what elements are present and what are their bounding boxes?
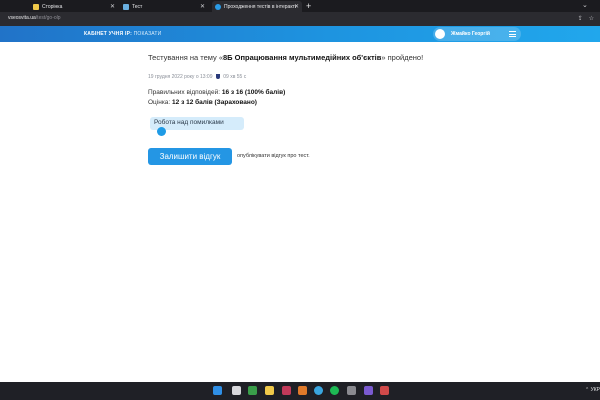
widgets-icon[interactable] xyxy=(248,386,257,395)
review-note: опублікувати відгук про тест. xyxy=(237,153,310,159)
hamburger-menu-icon[interactable] xyxy=(509,31,516,37)
ip-show-link[interactable]: ПОКАЗАТИ xyxy=(134,31,162,37)
page-icon xyxy=(215,3,221,10)
chevron-up-icon[interactable]: ⌃ xyxy=(585,387,589,393)
start-icon[interactable] xyxy=(213,386,222,395)
system-tray[interactable]: ⌃ УКР xyxy=(585,387,600,393)
username: Жмайко Георгій xyxy=(451,31,490,37)
settings-icon[interactable] xyxy=(347,386,356,395)
address-bar[interactable]: vseosvita.ua/test/go-olp ⇪ ☆ xyxy=(0,12,600,26)
app-icon[interactable] xyxy=(298,386,307,395)
share-icon[interactable]: ⇪ xyxy=(578,16,583,22)
new-tab-button[interactable]: + xyxy=(306,1,311,11)
app-icon[interactable] xyxy=(380,386,389,395)
tab-label: Сторінка xyxy=(42,3,63,10)
grade-line: Оцінка: 12 з 12 балів (Зараховано) xyxy=(148,99,257,106)
touch-cursor xyxy=(157,127,166,136)
avatar xyxy=(435,29,445,39)
leave-review-button[interactable]: Залишити відгук xyxy=(148,148,232,165)
completion-date: 19 грудня 2022 року о 13:09 xyxy=(148,74,213,80)
title-suffix: » пройдено! xyxy=(381,53,424,62)
correct-value: 16 з 16 (100% балів) xyxy=(221,89,286,96)
site-header: КАБІНЕТ УЧНЯ IP: ПОКАЗАТИ Жмайко Георгій xyxy=(0,26,600,42)
timer-icon xyxy=(215,74,220,79)
ip-display: IP: ПОКАЗАТИ xyxy=(125,31,161,37)
ip-label: IP: xyxy=(125,31,132,37)
spotify-icon[interactable] xyxy=(330,386,339,395)
browser-tab-strip: Сторінка ✕ Тест ✕ Проходження тестів в і… xyxy=(0,0,600,12)
grade-label: Оцінка: xyxy=(148,99,171,106)
tab-label: Проходження тестів в інтерактивному ... xyxy=(224,3,296,10)
star-icon[interactable]: ☆ xyxy=(589,16,594,22)
browser-tab[interactable]: Тест ✕ xyxy=(120,1,208,12)
browser-tab-active[interactable]: Проходження тестів в інтерактивному ... … xyxy=(212,1,302,12)
search-icon[interactable] xyxy=(232,386,241,395)
user-menu[interactable]: Жмайко Георгій xyxy=(433,27,521,41)
close-icon[interactable]: ✕ xyxy=(110,3,115,10)
page-icon xyxy=(33,3,39,10)
chevron-down-icon[interactable]: ⌄ xyxy=(582,1,588,9)
browser-icon[interactable] xyxy=(314,386,323,395)
url-path: /test/go-olp xyxy=(35,15,61,21)
browser-tab[interactable]: Сторінка ✕ xyxy=(30,1,118,12)
correct-answers-line: Правильних відповідей: 16 з 16 (100% бал… xyxy=(148,89,285,96)
close-icon[interactable]: ✕ xyxy=(200,3,205,10)
result-title: Тестування на тему «8Б Опрацювання мульт… xyxy=(148,53,423,62)
url-text[interactable]: vseosvita.ua/test/go-olp xyxy=(8,15,61,21)
url-domain: vseosvita.ua xyxy=(8,15,36,21)
tab-label: Тест xyxy=(132,3,143,10)
test-topic: 8Б Опрацювання мультимедійних об'єктів xyxy=(223,53,382,62)
app-icon[interactable] xyxy=(364,386,373,395)
duration: 09 хв 55 с xyxy=(223,74,247,80)
address-bar-icons: ⇪ ☆ xyxy=(572,15,594,22)
language-indicator: УКР xyxy=(590,387,600,393)
title-prefix: Тестування на тему « xyxy=(148,53,224,62)
cabinet-link[interactable]: КАБІНЕТ УЧНЯ xyxy=(84,31,123,37)
grade-value: 12 з 12 балів (Зараховано) xyxy=(172,99,257,106)
page-icon xyxy=(123,3,129,10)
file-explorer-icon[interactable] xyxy=(265,386,274,395)
taskbar: ⌃ УКР xyxy=(0,382,600,400)
app-icon[interactable] xyxy=(282,386,291,395)
close-icon[interactable]: ✕ xyxy=(294,3,299,10)
correct-label: Правильних відповідей: xyxy=(148,89,221,96)
result-meta: 19 грудня 2022 року о 13:09 09 хв 55 с xyxy=(148,74,246,80)
